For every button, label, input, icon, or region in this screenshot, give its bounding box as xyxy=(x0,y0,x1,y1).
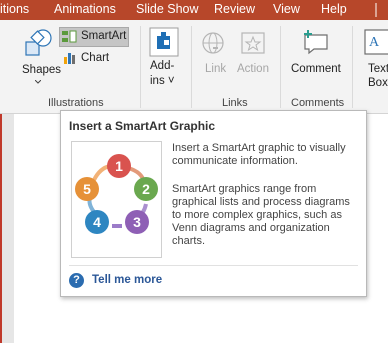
cycle-label-2: 2 xyxy=(142,181,150,197)
tooltip-text: to more complex graphics, such as xyxy=(172,209,342,221)
powerpoint-window: itions Animations Slide Show Review View… xyxy=(0,0,388,343)
tooltip-text: Insert a SmartArt graphic to visually xyxy=(172,142,346,154)
group-divider xyxy=(280,26,281,108)
tell-me-more-link[interactable]: Tell me more xyxy=(92,274,162,286)
addins-label-line2[interactable]: ins ˅ xyxy=(150,75,175,87)
tab-overflow xyxy=(368,0,388,20)
tooltip-text: communicate information. xyxy=(172,155,298,167)
smartart-label[interactable]: SmartArt xyxy=(81,30,126,42)
window-edge xyxy=(0,114,2,343)
tab-animations[interactable]: Animations xyxy=(54,2,116,16)
tab-view[interactable]: View xyxy=(273,2,300,16)
comment-icon[interactable] xyxy=(301,27,331,55)
tooltip-illustration: 1 2 3 4 5 xyxy=(71,141,162,258)
action-icon xyxy=(241,32,265,54)
textbox-label-line2[interactable]: Box xyxy=(368,77,388,89)
tooltip-title: Insert a SmartArt Graphic xyxy=(69,119,216,133)
tooltip-text: graphical lists and process diagrams xyxy=(172,196,350,208)
tab-review[interactable]: Review xyxy=(214,2,255,16)
smartart-tooltip: Insert a SmartArt Graphic 1 2 3 4 5 Inse… xyxy=(60,110,367,297)
group-divider xyxy=(140,26,141,108)
addins-label[interactable]: Add- xyxy=(150,60,174,72)
cycle-diagram-icon: 1 2 3 4 5 xyxy=(75,154,158,234)
chart-icon[interactable] xyxy=(63,51,77,65)
group-divider xyxy=(352,26,353,108)
tab-separator-icon xyxy=(375,3,377,17)
group-label-links: Links xyxy=(222,97,248,109)
action-label: Action xyxy=(237,63,269,75)
cycle-label-5: 5 xyxy=(83,181,91,197)
tab-transitions[interactable]: itions xyxy=(0,2,29,16)
group-label-comments: Comments xyxy=(291,97,345,109)
shapes-button[interactable] xyxy=(24,28,54,61)
svg-text:A: A xyxy=(369,35,380,50)
ribbon: Shapes SmartArt Chart Illustrations Add-… xyxy=(0,20,388,114)
link-icon xyxy=(202,32,224,54)
tooltip-text: Venn diagrams and organization xyxy=(172,222,330,234)
ribbon-tab-bar: itions Animations Slide Show Review View… xyxy=(0,0,388,20)
addins-icon[interactable] xyxy=(149,27,179,57)
link-label: Link xyxy=(205,63,227,75)
shapes-label[interactable]: Shapes xyxy=(22,64,61,76)
cycle-label-3: 3 xyxy=(133,214,141,230)
tooltip-text: charts. xyxy=(172,235,206,247)
tab-slide-show[interactable]: Slide Show xyxy=(136,2,199,16)
help-icon[interactable]: ? xyxy=(69,273,84,288)
cycle-label-1: 1 xyxy=(115,158,123,174)
chart-label[interactable]: Chart xyxy=(81,52,109,64)
tab-help[interactable]: Help xyxy=(321,2,347,16)
chevron-down-icon[interactable] xyxy=(35,80,41,84)
group-divider xyxy=(191,26,192,108)
cycle-label-4: 4 xyxy=(93,214,101,230)
textbox-icon[interactable]: A xyxy=(364,29,388,55)
tooltip-text: SmartArt graphics range from xyxy=(172,183,317,195)
comment-label[interactable]: Comment xyxy=(291,63,341,75)
group-label-illustrations: Illustrations xyxy=(48,97,104,109)
textbox-label[interactable]: Text xyxy=(368,63,388,75)
shapes-icon xyxy=(25,29,52,56)
smartart-icon xyxy=(62,30,77,43)
tooltip-divider xyxy=(69,265,358,266)
